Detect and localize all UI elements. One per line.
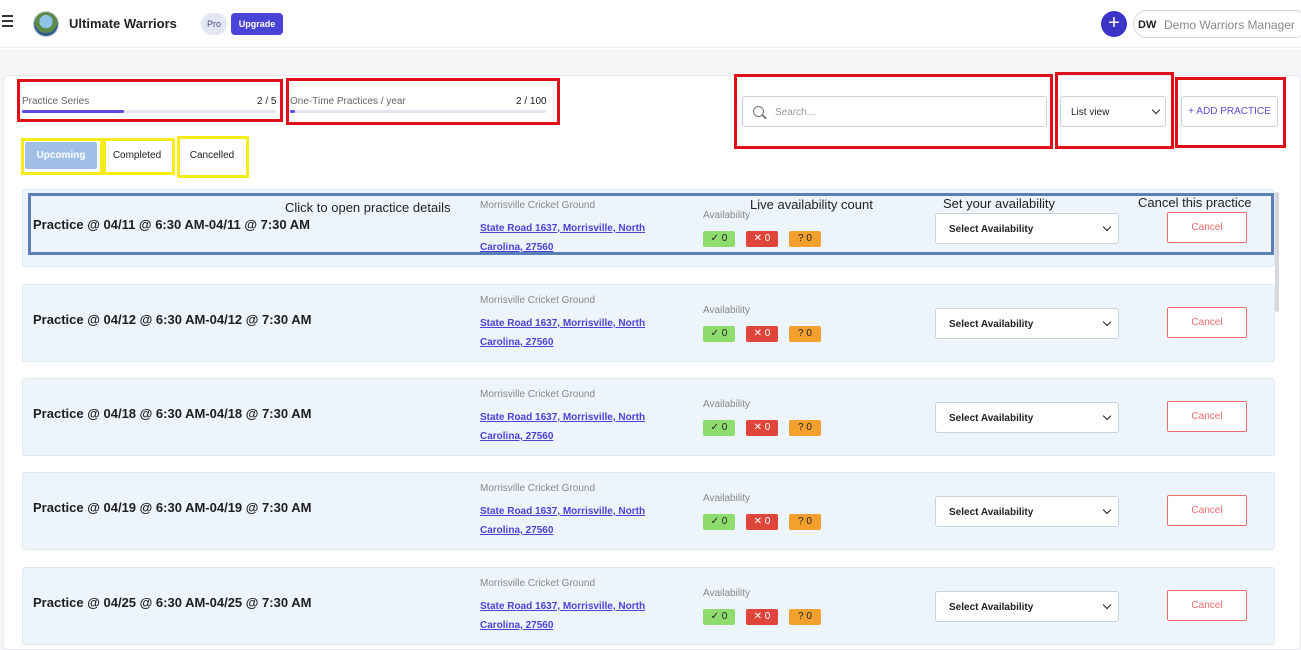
maybe-count-badge: ? 0 (789, 514, 821, 530)
practice-card[interactable]: Practice @ 04/19 @ 6:30 AM-04/19 @ 7:30 … (22, 472, 1275, 550)
team-name[interactable]: Ultimate Warriors (69, 16, 177, 31)
highlight-tab-completed (103, 138, 175, 175)
highlight-tab-upcoming (21, 138, 103, 175)
highlight-add-practice (1175, 77, 1286, 148)
venue-name: Morrisville Cricket Ground (480, 389, 596, 400)
team-logo[interactable] (33, 11, 59, 37)
venue-name: Morrisville Cricket Ground (480, 483, 596, 494)
venue-address-link[interactable]: State Road 1637, Morrisville, North (480, 318, 645, 329)
annotation-set-availability: Set your availability (943, 196, 1055, 211)
chevron-down-icon (1102, 317, 1112, 327)
venue-address-link-line2[interactable]: Carolina, 27560 (480, 525, 553, 536)
practice-card[interactable]: Practice @ 04/25 @ 6:30 AM-04/25 @ 7:30 … (22, 567, 1275, 645)
maybe-count-badge: ? 0 (789, 420, 821, 436)
availability-select-value: Select Availability (949, 507, 1034, 518)
availability-select-value: Select Availability (949, 602, 1034, 613)
upgrade-button[interactable]: Upgrade (231, 13, 283, 35)
available-count-badge: ✓ 0 (703, 514, 735, 530)
chevron-down-icon (1102, 600, 1112, 610)
availability-label: Availability (703, 493, 751, 504)
add-icon[interactable]: + (1101, 11, 1127, 37)
unavailable-count-badge: ✕ 0 (746, 326, 778, 342)
user-menu[interactable]: DW Demo Warriors Manager (1133, 10, 1301, 38)
maybe-count-badge: ? 0 (789, 326, 821, 342)
highlight-tab-cancelled (177, 136, 249, 178)
practice-card[interactable]: Practice @ 04/18 @ 6:30 AM-04/18 @ 7:30 … (22, 378, 1275, 456)
practice-card[interactable]: Practice @ 04/12 @ 6:30 AM-04/12 @ 7:30 … (22, 284, 1275, 362)
menu-icon[interactable] (2, 15, 14, 29)
chevron-down-icon (1102, 505, 1112, 515)
availability-select[interactable]: Select Availability (935, 308, 1119, 339)
top-bar: Ultimate Warriors Pro Upgrade + DW Demo … (0, 0, 1301, 48)
availability-label: Availability (703, 588, 751, 599)
availability-select[interactable]: Select Availability (935, 496, 1119, 527)
unavailable-count-badge: ✕ 0 (746, 609, 778, 625)
practice-title[interactable]: Practice @ 04/19 @ 6:30 AM-04/19 @ 7:30 … (33, 500, 311, 515)
cancel-practice-button[interactable]: Cancel (1167, 401, 1247, 432)
highlight-practice-series (17, 79, 283, 122)
cancel-practice-button[interactable]: Cancel (1167, 307, 1247, 338)
availability-select-value: Select Availability (949, 319, 1034, 330)
chevron-down-icon (1102, 411, 1112, 421)
pro-badge: Pro (201, 13, 227, 35)
venue-name: Morrisville Cricket Ground (480, 578, 596, 589)
venue-address-link[interactable]: State Road 1637, Morrisville, North (480, 412, 645, 423)
cancel-practice-button[interactable]: Cancel (1167, 590, 1247, 621)
available-count-badge: ✓ 0 (703, 609, 735, 625)
practice-title[interactable]: Practice @ 04/18 @ 6:30 AM-04/18 @ 7:30 … (33, 406, 311, 421)
user-name: Demo Warriors Manager (1164, 18, 1295, 32)
highlight-view-select (1055, 72, 1174, 149)
practice-title[interactable]: Practice @ 04/25 @ 6:30 AM-04/25 @ 7:30 … (33, 595, 311, 610)
highlight-practice-row (28, 193, 1274, 255)
venue-address-link-line2[interactable]: Carolina, 27560 (480, 431, 553, 442)
available-count-badge: ✓ 0 (703, 420, 735, 436)
cancel-practice-button[interactable]: Cancel (1167, 495, 1247, 526)
annotation-open-details: Click to open practice details (285, 200, 451, 215)
unavailable-count-badge: ✕ 0 (746, 514, 778, 530)
highlight-one-time-practices (286, 78, 560, 125)
availability-select[interactable]: Select Availability (935, 591, 1119, 622)
availability-select-value: Select Availability (949, 413, 1034, 424)
annotation-live-count: Live availability count (750, 197, 873, 212)
venue-name: Morrisville Cricket Ground (480, 295, 596, 306)
practice-title[interactable]: Practice @ 04/12 @ 6:30 AM-04/12 @ 7:30 … (33, 312, 311, 327)
venue-address-link-line2[interactable]: Carolina, 27560 (480, 620, 553, 631)
maybe-count-badge: ? 0 (789, 609, 821, 625)
availability-label: Availability (703, 305, 751, 316)
available-count-badge: ✓ 0 (703, 326, 735, 342)
venue-address-link[interactable]: State Road 1637, Morrisville, North (480, 601, 645, 612)
availability-select[interactable]: Select Availability (935, 402, 1119, 433)
venue-address-link-line2[interactable]: Carolina, 27560 (480, 337, 553, 348)
user-initials: DW (1138, 19, 1157, 31)
venue-address-link[interactable]: State Road 1637, Morrisville, North (480, 506, 645, 517)
availability-label: Availability (703, 399, 751, 410)
annotation-cancel-practice: Cancel this practice (1138, 195, 1252, 210)
highlight-search (734, 74, 1053, 149)
scrollbar[interactable] (1275, 192, 1279, 312)
unavailable-count-badge: ✕ 0 (746, 420, 778, 436)
